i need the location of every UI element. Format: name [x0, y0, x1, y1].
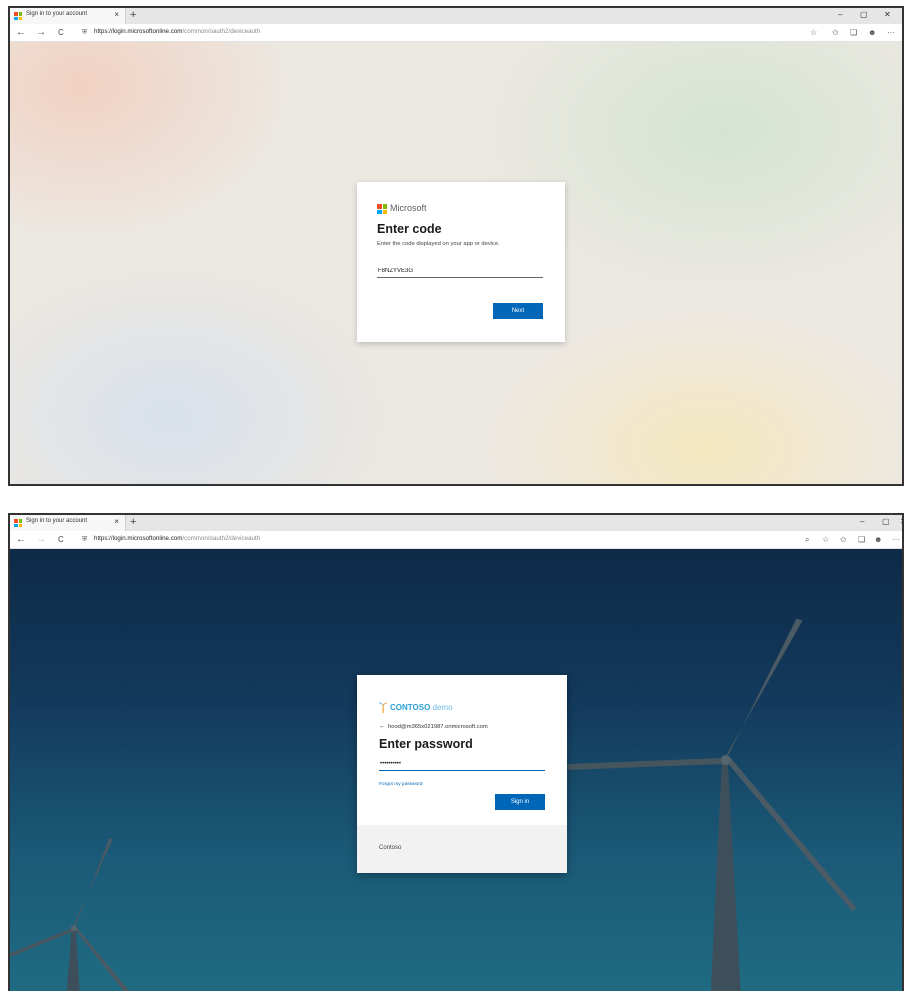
- page-background: CONTOSO demo ← hood@m365x021987.onmicros…: [10, 549, 902, 991]
- lock-icon[interactable]: ⛨: [82, 27, 87, 38]
- refresh-icon[interactable]: C: [58, 533, 64, 546]
- footer-org-name: Contoso: [379, 845, 402, 851]
- tab-title: Sign in to your account: [26, 11, 88, 17]
- microsoft-favicon-icon: [14, 12, 22, 20]
- back-arrow-icon[interactable]: ←: [16, 26, 26, 39]
- tab-close-icon[interactable]: ×: [114, 10, 119, 20]
- forward-arrow-icon[interactable]: →: [36, 533, 46, 546]
- collections-icon[interactable]: ❏: [850, 27, 857, 39]
- more-menu-icon[interactable]: ···: [887, 27, 895, 39]
- url-path: /common/oauth2/deviceauth: [182, 28, 261, 35]
- microsoft-wordmark: Microsoft: [390, 203, 427, 213]
- url-path: /common/oauth2/deviceauth: [182, 535, 261, 542]
- contoso-brand-light: demo: [430, 703, 453, 712]
- favorite-star-icon[interactable]: ✩: [832, 27, 839, 39]
- url-host: https://login.microsoftonline.com: [94, 535, 183, 542]
- maximize-button[interactable]: ▢: [882, 516, 890, 528]
- profile-icon[interactable]: ☻: [874, 534, 882, 546]
- url-host: https://login.microsoftonline.com: [94, 28, 183, 35]
- tab-close-icon[interactable]: ×: [114, 517, 119, 527]
- tab-title: Sign in to your account: [26, 518, 88, 524]
- forward-arrow-icon[interactable]: →: [36, 26, 46, 39]
- window-close-button[interactable]: ✕: [900, 516, 902, 528]
- forgot-password-link[interactable]: Forgot my password: [379, 782, 422, 787]
- browser-tab[interactable]: Sign in to your account ×: [10, 8, 126, 24]
- more-menu-icon[interactable]: ···: [892, 534, 900, 546]
- password-screenshot: Sign in to your account × + – ▢ ✕ ← → C …: [8, 513, 904, 991]
- enter-code-card: Microsoft Enter code Enter the code disp…: [357, 182, 565, 342]
- page-background: Microsoft Enter code Enter the code disp…: [10, 42, 902, 484]
- minimize-button[interactable]: –: [838, 9, 842, 21]
- favorite-star-icon[interactable]: ✩: [840, 534, 847, 546]
- card-footer: Contoso: [357, 825, 567, 873]
- address-bar[interactable]: https://login.microsoftonline.com/common…: [94, 535, 260, 542]
- contoso-brand-bold: CONTOSO: [390, 703, 431, 712]
- device-code-screenshot: Sign in to your account × + – ▢ ✕ ← → C …: [8, 6, 904, 486]
- password-input[interactable]: [379, 758, 545, 771]
- enter-password-card: CONTOSO demo ← hood@m365x021987.onmicros…: [357, 675, 567, 873]
- account-email[interactable]: hood@m365x021987.onmicrosoft.com: [388, 724, 488, 730]
- card-title: Enter code: [377, 222, 442, 236]
- window-close-button[interactable]: ✕: [884, 9, 891, 21]
- maximize-button[interactable]: ▢: [860, 9, 868, 21]
- new-tab-button[interactable]: +: [130, 515, 136, 529]
- refresh-icon[interactable]: C: [58, 26, 64, 39]
- card-description: Enter the code displayed on your app or …: [377, 241, 500, 247]
- browser-tab[interactable]: Sign in to your account ×: [10, 515, 126, 531]
- profile-icon[interactable]: ☻: [868, 27, 876, 39]
- microsoft-favicon-icon: [14, 519, 22, 527]
- microsoft-logo-icon: [377, 204, 387, 214]
- contoso-turbine-logo-icon: [379, 702, 387, 713]
- address-bar[interactable]: https://login.microsoftonline.com/common…: [94, 28, 260, 35]
- read-aloud-icon[interactable]: ☆: [822, 534, 829, 546]
- lock-icon[interactable]: ⛨: [82, 534, 87, 545]
- minimize-button[interactable]: –: [860, 516, 864, 528]
- address-bar-row: ← → C ⛨ https://login.microsoftonline.co…: [10, 24, 902, 42]
- tab-bar: Sign in to your account × + – ▢ ✕: [10, 8, 902, 24]
- contoso-brand: CONTOSO demo: [390, 703, 453, 712]
- sign-in-button[interactable]: Sign in: [495, 794, 545, 810]
- tab-bar: Sign in to your account × + – ▢ ✕: [10, 515, 902, 531]
- back-arrow-icon[interactable]: ←: [379, 723, 386, 731]
- address-bar-row: ← → C ⛨ https://login.microsoftonline.co…: [10, 531, 902, 549]
- back-arrow-icon[interactable]: ←: [16, 533, 26, 546]
- key-icon[interactable]: ⌕: [805, 534, 809, 546]
- next-button[interactable]: Next: [493, 303, 543, 319]
- collections-icon[interactable]: ❏: [858, 534, 865, 546]
- read-aloud-icon[interactable]: ☆: [810, 27, 817, 39]
- new-tab-button[interactable]: +: [130, 8, 136, 22]
- card-title: Enter password: [379, 737, 473, 751]
- code-input[interactable]: [377, 264, 543, 278]
